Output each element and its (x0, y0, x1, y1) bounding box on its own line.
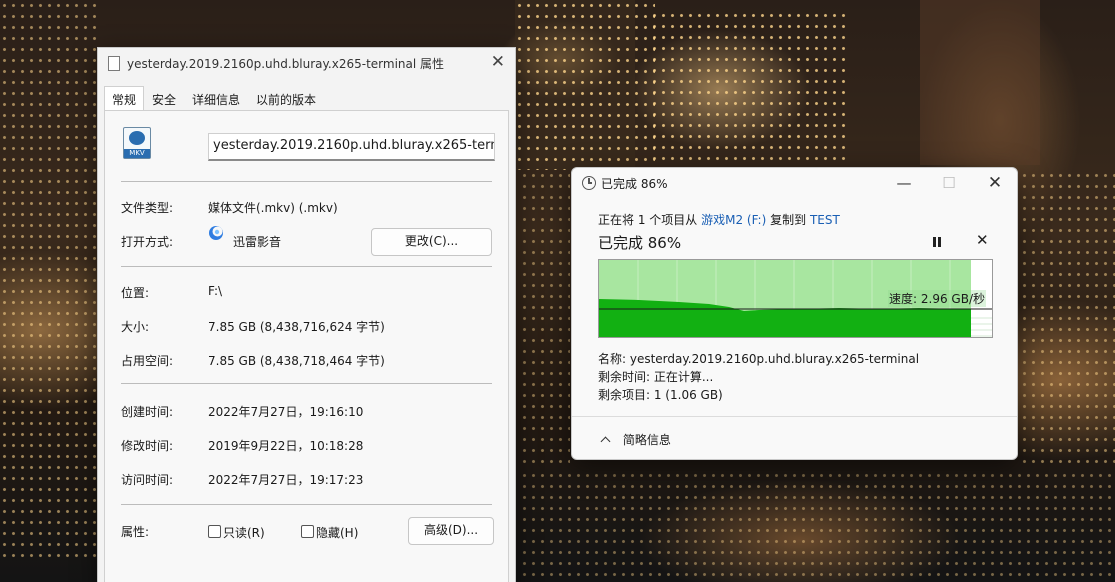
percent-complete: 已完成 86% (598, 234, 682, 252)
tab-previous-versions[interactable]: 以前的版本 (248, 86, 324, 111)
xunlei-player-icon (209, 226, 223, 240)
created-value: 2022年7月27日，19:16:10 (208, 405, 364, 419)
close-icon[interactable]: ✕ (491, 52, 505, 72)
divider (121, 266, 492, 267)
copy-progress-dialog: 已完成 86% — ☐ ✕ 正在将 1 个项目从 游戏M2 (F:) 复制到 T… (571, 167, 1018, 460)
mkv-file-icon-label: MKV (124, 149, 150, 158)
copy-status-prefix: 正在将 1 个项目从 (598, 213, 698, 227)
readonly-checkbox[interactable] (208, 525, 221, 538)
close-button[interactable]: ✕ (975, 170, 1015, 196)
open-with-label: 打开方式: (121, 235, 174, 249)
properties-window: yesterday.2019.2160p.uhd.bluray.x265-ter… (97, 47, 516, 582)
background-lights (520, 170, 570, 470)
hidden-checkbox[interactable] (301, 525, 314, 538)
size-on-disk-label: 占用空间: (121, 354, 174, 368)
background-building (920, 0, 1040, 165)
minimize-button[interactable]: — (884, 170, 924, 196)
background-lights (520, 470, 1115, 582)
destination-link[interactable]: TEST (810, 213, 840, 227)
copy-name-line: 名称: yesterday.2019.2160p.uhd.bluray.x265… (598, 352, 920, 366)
attributes-label: 属性: (121, 525, 150, 539)
stop-icon[interactable]: ✕ (976, 231, 989, 249)
location-value: F:\ (208, 284, 223, 298)
location-label: 位置: (121, 286, 150, 300)
chevron-up-icon (600, 436, 611, 447)
maximize-button[interactable]: ☐ (929, 170, 969, 196)
readonly-label: 只读(R) (223, 526, 265, 540)
open-with-value: 迅雷影音 (233, 235, 282, 249)
change-button[interactable]: 更改(C)... (371, 228, 492, 256)
clock-icon (582, 176, 596, 190)
properties-titlebar: yesterday.2019.2160p.uhd.bluray.x265-ter… (98, 48, 515, 78)
mkv-file-icon-reel (129, 131, 145, 145)
divider (121, 504, 492, 505)
advanced-button[interactable]: 高级(D)... (408, 517, 494, 545)
divider (572, 416, 1017, 417)
copy-status-line: 正在将 1 个项目从 游戏M2 (F:) 复制到 TEST (598, 211, 840, 228)
fewer-details-toggle[interactable]: 简略信息 (600, 431, 671, 448)
background-lights (1020, 170, 1115, 470)
modified-label: 修改时间: (121, 439, 174, 453)
file-icon (108, 56, 120, 71)
file-name-input[interactable]: yesterday.2019.2160p.uhd.bluray.x265-ter… (208, 133, 495, 161)
items-remaining-line: 剩余项目: 1 (1.06 GB) (598, 388, 723, 402)
properties-tabs: 常规 安全 详细信息 以前的版本 (104, 86, 324, 111)
copy-titlebar: 已完成 86% — ☐ ✕ (572, 168, 1017, 198)
hidden-label: 隐藏(H) (316, 526, 359, 540)
accessed-label: 访问时间: (121, 473, 174, 487)
accessed-value: 2022年7月27日，19:17:23 (208, 473, 364, 487)
speed-label: 速度: 2.96 GB/秒 (888, 290, 986, 307)
created-label: 创建时间: (121, 405, 174, 419)
tab-security[interactable]: 安全 (144, 86, 184, 111)
copy-title: 已完成 86% (601, 177, 668, 191)
size-on-disk-value: 7.85 GB (8,438,718,464 字节) (208, 354, 385, 368)
size-value: 7.85 GB (8,438,716,624 字节) (208, 320, 385, 334)
transfer-speed-graph: 速度: 2.96 GB/秒 (598, 259, 993, 338)
divider (121, 181, 492, 182)
source-link[interactable]: 游戏M2 (F:) (701, 213, 766, 227)
background-lights (0, 0, 97, 560)
general-panel: MKV yesterday.2019.2160p.uhd.bluray.x265… (104, 110, 509, 582)
time-remaining-line: 剩余时间: 正在计算... (598, 370, 714, 384)
properties-title: yesterday.2019.2160p.uhd.bluray.x265-ter… (127, 57, 445, 71)
file-type-label: 文件类型: (121, 201, 174, 215)
background-lights (515, 0, 655, 170)
divider (121, 383, 492, 384)
copy-status-mid: 复制到 (770, 213, 807, 227)
tab-details[interactable]: 详细信息 (184, 86, 248, 111)
mkv-file-icon: MKV (123, 127, 151, 159)
background-lights (650, 10, 850, 165)
file-type-value: 媒体文件(.mkv) (.mkv) (208, 201, 338, 215)
modified-value: 2019年9月22日，10:18:28 (208, 439, 364, 453)
pause-icon[interactable] (932, 237, 942, 247)
tab-general[interactable]: 常规 (104, 86, 145, 111)
size-label: 大小: (121, 320, 150, 334)
fewer-details-label: 简略信息 (622, 433, 671, 447)
